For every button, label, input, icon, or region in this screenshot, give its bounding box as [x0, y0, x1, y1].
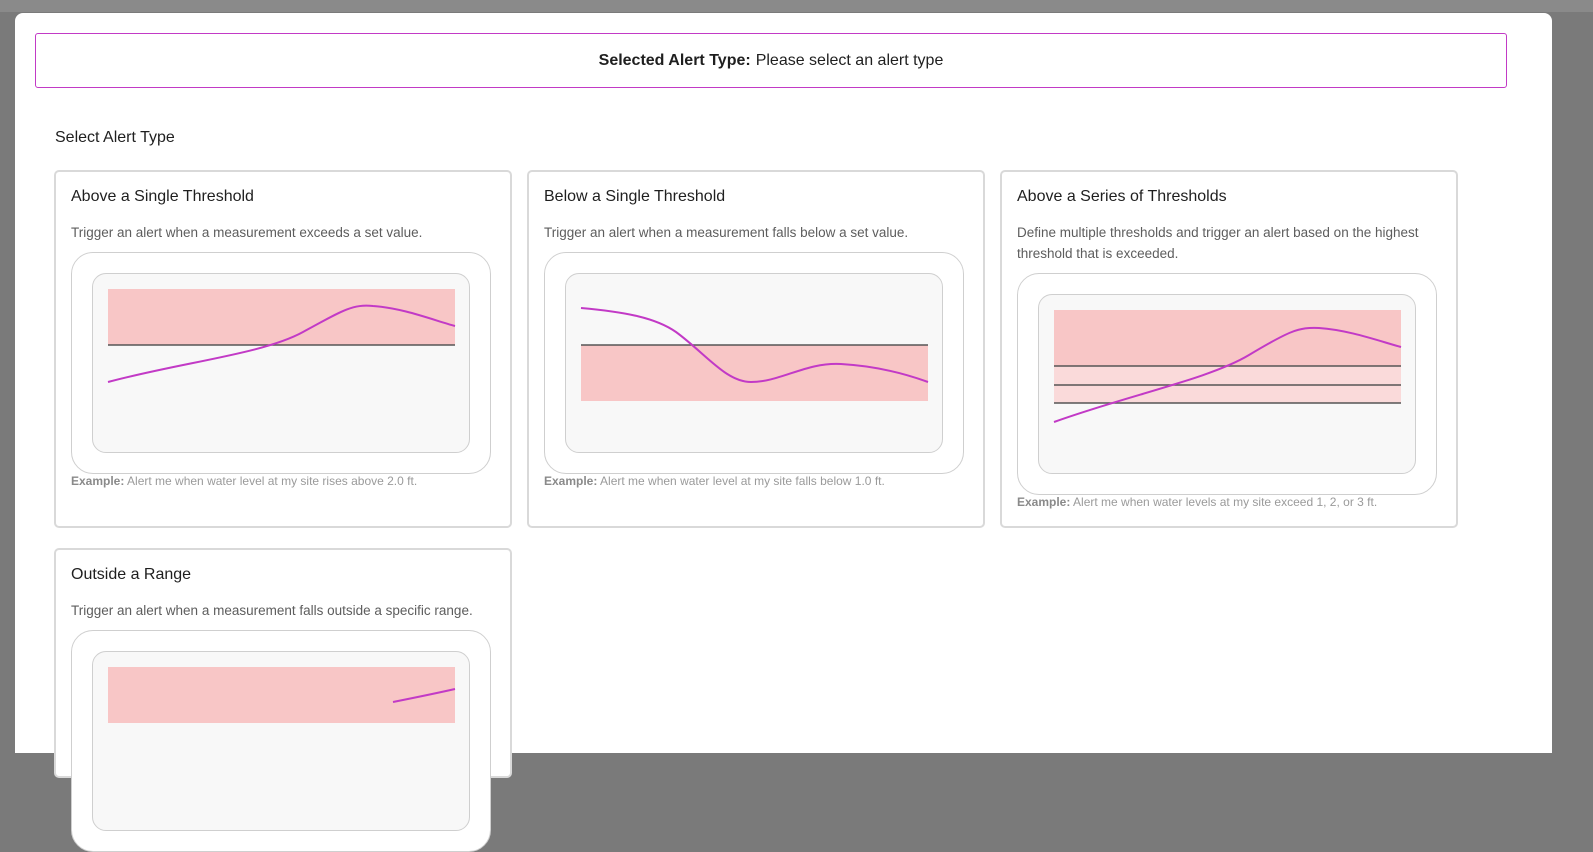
selected-alert-type-value: Please select an alert type [755, 51, 944, 69]
card-example: Example: Alert me when water levels at m… [1017, 495, 1377, 509]
alert-type-modal: Selected Alert Type: Please select an al… [15, 13, 1552, 852]
selected-alert-type-banner: Selected Alert Type: Please select an al… [35, 33, 1507, 88]
section-title: Select Alert Type [55, 129, 175, 146]
card-description: Trigger an alert when a measurement fall… [71, 603, 473, 618]
card-description: Trigger an alert when a measurement exce… [71, 225, 423, 240]
example-text: Alert me when water level at my site ris… [127, 474, 418, 488]
illustration-panel [1038, 294, 1416, 474]
alert-type-card-series-thresholds[interactable]: Above a Series of Thresholds Define mult… [1000, 170, 1458, 528]
selected-alert-type-label: Selected Alert Type: [598, 51, 751, 69]
illustration-panel [565, 273, 943, 453]
example-label: Example: [71, 474, 125, 488]
series-thresholds-illustration [1053, 310, 1402, 423]
illustration-frame [544, 252, 964, 474]
illustration-frame [71, 630, 491, 852]
example-label: Example: [1017, 495, 1071, 509]
above-threshold-illustration [107, 289, 456, 383]
card-title: Below a Single Threshold [544, 188, 726, 205]
illustration-frame [71, 252, 491, 474]
background-toolbar [0, 0, 1593, 12]
card-description: Trigger an alert when a measurement fall… [544, 225, 909, 240]
alert-type-card-below-single[interactable]: Below a Single Threshold Trigger an aler… [527, 170, 985, 528]
card-title: Outside a Range [71, 566, 192, 583]
below-threshold-illustration [580, 307, 929, 401]
card-title: Above a Series of Thresholds [1017, 188, 1227, 205]
outside-range-illustration [108, 667, 456, 723]
card-example: Example: Alert me when water level at my… [71, 474, 417, 488]
alert-type-card-above-single[interactable]: Above a Single Threshold Trigger an aler… [54, 170, 512, 528]
card-example: Example: Alert me when water level at my… [544, 474, 885, 488]
illustration-panel [92, 651, 470, 831]
illustration-frame [1017, 273, 1437, 495]
card-title: Above a Single Threshold [71, 188, 254, 205]
example-text: Alert me when water level at my site fal… [600, 474, 885, 488]
illustration-panel [92, 273, 470, 453]
example-text: Alert me when water levels at my site ex… [1073, 495, 1378, 509]
card-description: Define multiple thresholds and trigger a… [1017, 225, 1419, 261]
alert-type-card-outside-range[interactable]: Outside a Range Trigger an alert when a … [54, 548, 512, 852]
example-label: Example: [544, 474, 598, 488]
